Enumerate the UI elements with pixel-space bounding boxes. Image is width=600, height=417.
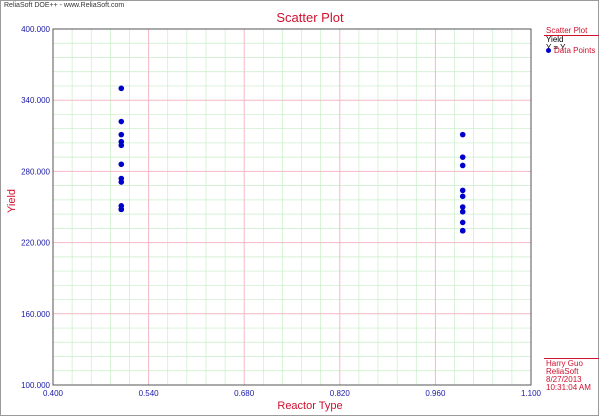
data-point	[459, 154, 466, 160]
x-tick-label: 0.680	[234, 389, 255, 398]
data-point	[118, 85, 125, 92]
legend-item-data-points: Data Points	[546, 46, 595, 55]
y-tick-label: 160.000	[21, 310, 50, 319]
data-point	[459, 187, 466, 194]
x-tick-label: 0.960	[425, 389, 446, 398]
data-point	[118, 206, 125, 213]
x-tick-label: 0.820	[330, 389, 351, 398]
x-tick-label: 1.100	[521, 389, 542, 398]
y-tick-label: 220.000	[21, 239, 50, 248]
data-point	[459, 131, 466, 138]
plot-background	[53, 29, 531, 385]
data-point	[118, 118, 125, 125]
legend-title: Scatter Plot	[546, 26, 588, 35]
data-point	[459, 208, 466, 215]
y-tick-label: 340.000	[21, 96, 50, 105]
y-tick-label: 280.000	[21, 167, 50, 176]
footer-time: 10:31:04 AM	[546, 383, 591, 392]
data-point	[459, 219, 466, 226]
y-tick-label: 100.000	[21, 381, 50, 390]
data-point	[118, 131, 125, 138]
data-point	[118, 142, 125, 149]
data-point	[118, 161, 125, 168]
x-tick-label: 0.540	[139, 389, 160, 398]
data-point	[118, 179, 125, 185]
x-tick-label: 0.400	[43, 389, 64, 398]
data-point	[459, 162, 466, 169]
data-point	[459, 193, 466, 200]
data-point	[459, 227, 466, 234]
footer-info: Harry Guo ReliaSoft 8/27/2013 10:31:04 A…	[546, 360, 598, 392]
scatter-plot-area: 0.400 0.540 0.680 0.820 0.960 1.100 100.000 160…	[21, 25, 542, 398]
legend-item-label: Data Points	[554, 46, 596, 55]
y-tick-label: 400.000	[21, 25, 50, 34]
marker-dot-icon	[546, 48, 551, 53]
